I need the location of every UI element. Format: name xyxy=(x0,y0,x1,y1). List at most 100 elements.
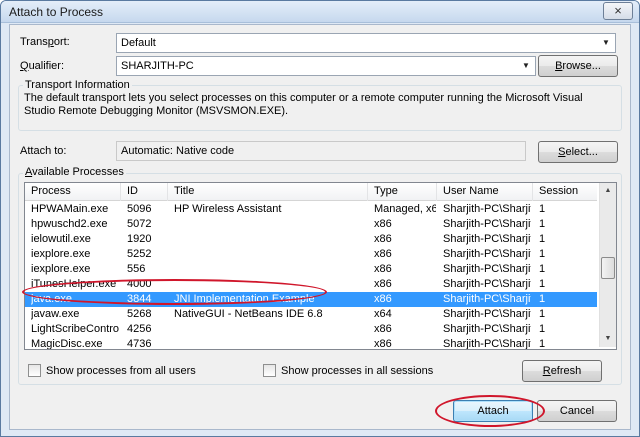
show-all-sessions-checkbox[interactable] xyxy=(263,364,276,377)
cell-session: 1 xyxy=(539,218,546,230)
close-button[interactable]: × xyxy=(603,2,633,20)
cell-id: 5072 xyxy=(127,218,152,230)
cell-process: iexplore.exe xyxy=(31,263,91,275)
cell-title: JNI Implementation Example xyxy=(174,293,315,305)
cell-id: 4256 xyxy=(127,323,152,335)
browse-button[interactable]: Browse... xyxy=(538,55,618,77)
show-all-sessions-label[interactable]: Show processes in all sessions xyxy=(281,365,433,377)
table-row[interactable]: iexplore.exe 5252 x86 Sharjith-PC\Sharjith 1 xyxy=(25,247,597,262)
cell-id: 4000 xyxy=(127,278,152,290)
cancel-button[interactable]: Cancel xyxy=(537,400,617,422)
refresh-button[interactable]: Refresh xyxy=(522,360,602,382)
scroll-up-icon[interactable]: ▲ xyxy=(600,183,616,199)
cell-id: 5268 xyxy=(127,308,152,320)
cell-session: 1 xyxy=(539,323,546,335)
select-button[interactable]: Select... xyxy=(538,141,618,163)
column-header-user-name[interactable]: User Name xyxy=(437,183,533,201)
vertical-scrollbar[interactable]: ▲ ▼ xyxy=(599,183,616,347)
cell-user-name: Sharjith-PC\Sharjith xyxy=(443,308,531,320)
cell-id: 3844 xyxy=(127,293,152,305)
title-bar[interactable]: Attach to Process × xyxy=(1,1,639,23)
cell-type: x64 xyxy=(374,308,392,320)
cell-id: 1920 xyxy=(127,233,152,245)
dialog-body: Transport: Default ▼ Qualifier: SHARJITH… xyxy=(9,24,631,430)
column-header-process[interactable]: Process xyxy=(25,183,121,201)
available-processes-title: Available Processes xyxy=(23,166,126,178)
attach-to-process-dialog: Attach to Process × Transport: Default ▼… xyxy=(0,0,640,437)
cell-user-name: Sharjith-PC\Sharjith xyxy=(443,218,531,230)
cell-type: x86 xyxy=(374,338,392,350)
cell-id: 5096 xyxy=(127,203,152,215)
cell-title xyxy=(174,218,366,232)
cell-title xyxy=(174,263,366,277)
column-header-title[interactable]: Title xyxy=(168,183,368,201)
cell-title xyxy=(174,278,366,292)
cell-user-name: Sharjith-PC\Sharjith xyxy=(443,263,531,275)
attach-to-value: Automatic: Native code xyxy=(121,145,235,157)
process-list-header: Process ID Title Type User Name Session xyxy=(25,183,601,201)
cell-process: hpwuschd2.exe xyxy=(31,218,108,230)
cell-type: x86 xyxy=(374,263,392,275)
transport-info-text: The default transport lets you select pr… xyxy=(24,92,583,117)
cell-process: HPWAMain.exe xyxy=(31,203,109,215)
cell-process: javaw.exe xyxy=(31,308,80,320)
scrollbar-thumb[interactable] xyxy=(601,257,615,279)
attach-to-field: Automatic: Native code xyxy=(116,141,526,161)
table-row[interactable]: HPWAMain.exe 5096 HP Wireless Assistant Man… xyxy=(25,202,597,217)
cell-user-name: Sharjith-PC\Sharjith xyxy=(443,338,531,350)
cell-type: x86 xyxy=(374,323,392,335)
cell-user-name: Sharjith-PC\Sharjith xyxy=(443,293,531,305)
cell-type: x86 xyxy=(374,218,392,230)
cell-session: 1 xyxy=(539,278,546,290)
cell-session: 1 xyxy=(539,203,546,215)
table-row[interactable]: java.exe 3844 JNI Implementation Example x8… xyxy=(25,292,597,307)
cell-id: 556 xyxy=(127,263,146,275)
cell-user-name: Sharjith-PC\Sharjith xyxy=(443,323,531,335)
table-row[interactable]: hpwuschd2.exe 5072 x86 Sharjith-PC\Sharjith… xyxy=(25,217,597,232)
cell-process: MagicDisc.exe xyxy=(31,338,103,350)
cell-process: LightScribeControlP... xyxy=(31,323,119,335)
cell-session: 1 xyxy=(539,308,546,320)
table-row[interactable]: iTunesHelper.exe 4000 x86 Sharjith-PC\Sharj… xyxy=(25,277,597,292)
cell-process: iTunesHelper.exe xyxy=(31,278,117,290)
cell-user-name: Sharjith-PC\Sharjith xyxy=(443,248,531,260)
cell-type: x86 xyxy=(374,248,392,260)
column-header-id[interactable]: ID xyxy=(121,183,168,201)
cell-title xyxy=(174,338,366,349)
cell-session: 1 xyxy=(539,338,546,350)
table-row[interactable]: LightScribeControlP... 4256 x86 Sharjith-PC… xyxy=(25,322,597,337)
cell-title xyxy=(174,323,366,337)
transport-value: Default xyxy=(121,37,156,49)
process-list[interactable]: Process ID Title Type User Name Session … xyxy=(24,182,617,350)
cell-process: ielowutil.exe xyxy=(31,233,91,245)
cell-title xyxy=(174,248,366,262)
cell-session: 1 xyxy=(539,263,546,275)
show-all-users-label[interactable]: Show processes from all users xyxy=(46,365,196,377)
cell-type: x86 xyxy=(374,293,392,305)
transport-info-title: Transport Information xyxy=(23,79,132,91)
cell-process: iexplore.exe xyxy=(31,248,91,260)
qualifier-label: Qualifier: xyxy=(20,60,65,72)
qualifier-combobox[interactable]: SHARJITH-PC ▼ xyxy=(116,56,536,76)
column-header-session[interactable]: Session xyxy=(533,183,601,201)
cell-process: java.exe xyxy=(31,293,72,305)
cell-session: 1 xyxy=(539,233,546,245)
cell-user-name: Sharjith-PC\Sharjith xyxy=(443,203,531,215)
table-row[interactable]: javaw.exe 5268 NativeGUI - NetBeans IDE 6.… xyxy=(25,307,597,322)
qualifier-value: SHARJITH-PC xyxy=(121,60,194,72)
scroll-down-icon[interactable]: ▼ xyxy=(600,331,616,347)
cell-session: 1 xyxy=(539,248,546,260)
table-row[interactable]: iexplore.exe 556 x86 Sharjith-PC\Sharjith 1 xyxy=(25,262,597,277)
attach-button[interactable]: Attach xyxy=(453,400,533,422)
cell-id: 5252 xyxy=(127,248,152,260)
cell-type: x86 xyxy=(374,233,392,245)
table-row[interactable]: MagicDisc.exe 4736 x86 Sharjith-PC\Sharjith… xyxy=(25,337,597,350)
transport-label: Transport: xyxy=(20,36,70,48)
window-title: Attach to Process xyxy=(9,5,104,19)
cell-user-name: Sharjith-PC\Sharjith xyxy=(443,278,531,290)
cell-type: Managed, x64 xyxy=(374,203,436,215)
table-row[interactable]: ielowutil.exe 1920 x86 Sharjith-PC\Sharjith… xyxy=(25,232,597,247)
show-all-users-checkbox[interactable] xyxy=(28,364,41,377)
column-header-type[interactable]: Type xyxy=(368,183,437,201)
transport-dropdown[interactable]: Default ▼ xyxy=(116,33,616,53)
